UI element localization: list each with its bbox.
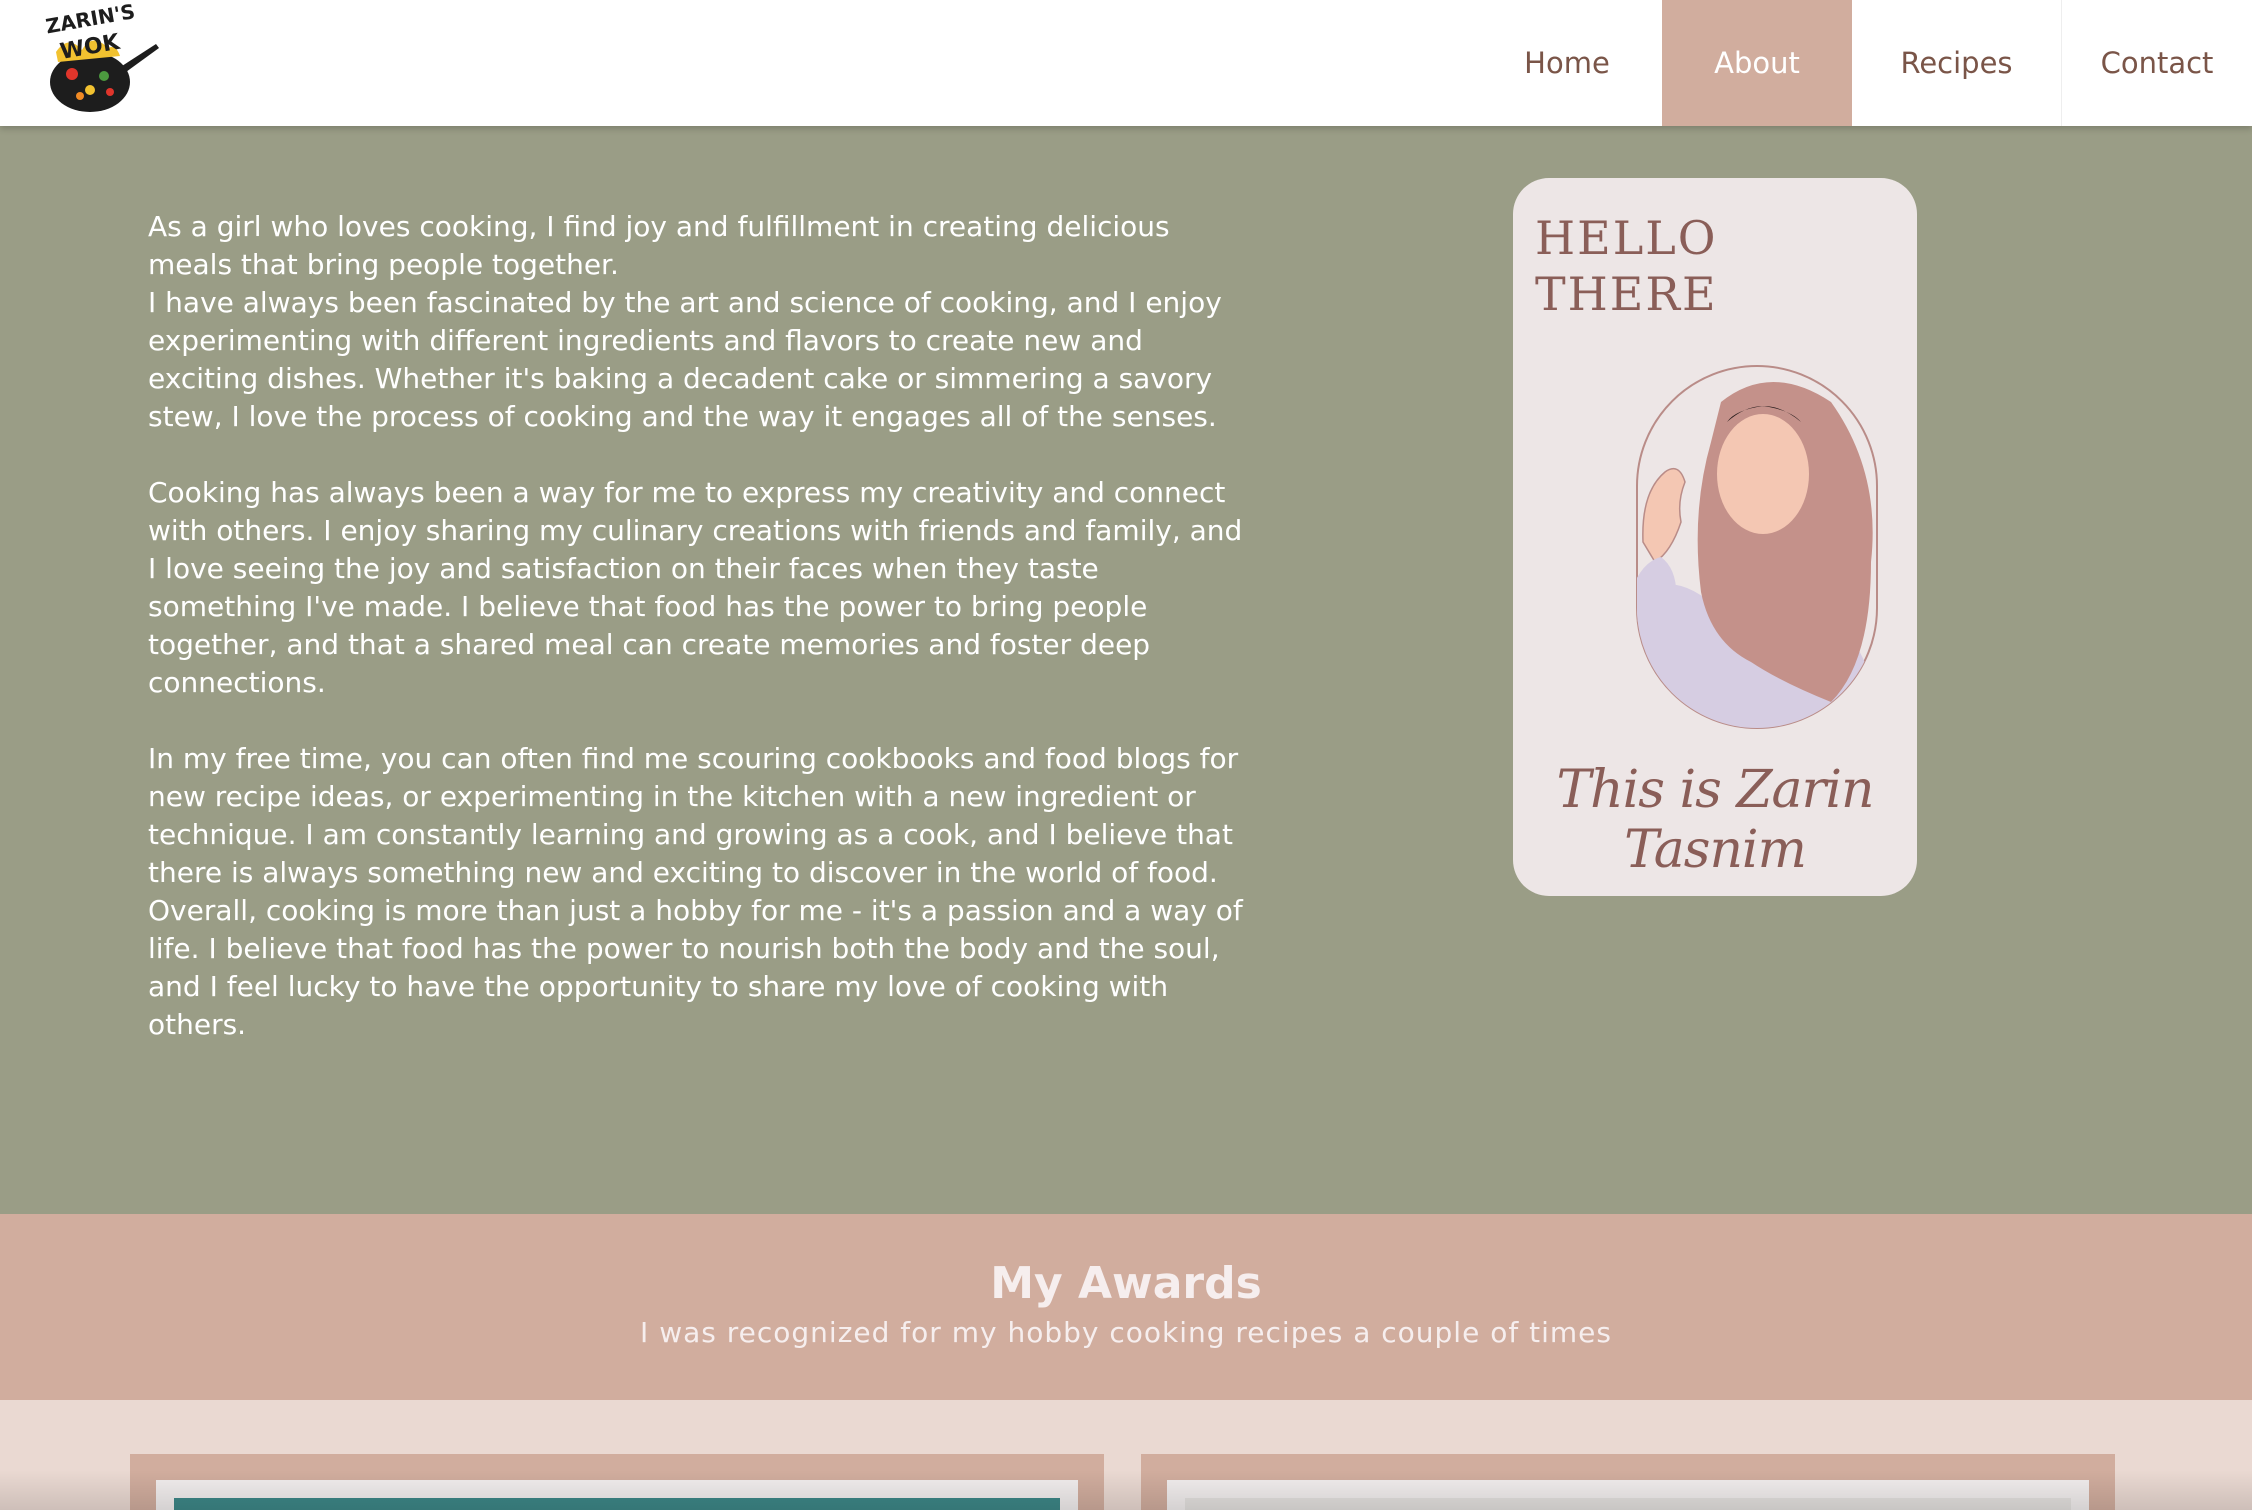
signature-text: This is Zarin Tasnim — [1556, 760, 1875, 880]
bottom-shadow — [0, 1470, 2252, 1510]
awards-gallery — [0, 1400, 2252, 1510]
main-nav: Home About Recipes Contact — [1472, 0, 2252, 126]
nav-about[interactable]: About — [1662, 0, 1852, 126]
profile-card: HELLO THERE This is Zarin Tasnim — [1513, 178, 1917, 896]
site-header: ZARIN'S WOK Home About Recipes Contact — [0, 0, 2252, 126]
about-section: As a girl who loves cooking, I find joy … — [0, 126, 2252, 1214]
logo-text-top: ZARIN'S — [44, 4, 137, 38]
portrait-illustration — [1636, 365, 1878, 729]
nav-home[interactable]: Home — [1472, 0, 1662, 126]
bio-text: As a girl who loves cooking, I find joy … — [148, 208, 1248, 1082]
nav-recipes[interactable]: Recipes — [1852, 0, 2062, 126]
bio-paragraph: As a girl who loves cooking, I find joy … — [148, 210, 1170, 281]
hello-heading: HELLO THERE — [1535, 210, 1718, 322]
awards-title: My Awards — [990, 1258, 1262, 1309]
bio-paragraph: In my free time, you can often find me s… — [148, 742, 1243, 1041]
hello-line: HELLO — [1535, 211, 1718, 265]
zarins-wok-logo[interactable]: ZARIN'S WOK — [38, 4, 160, 116]
awards-subtitle: I was recognized for my hobby cooking re… — [640, 1316, 1612, 1349]
nav-contact[interactable]: Contact — [2062, 0, 2252, 126]
bio-paragraph: I have always been fascinated by the art… — [148, 286, 1222, 433]
awards-section: My Awards I was recognized for my hobby … — [0, 1214, 2252, 1400]
hello-line: THERE — [1535, 267, 1718, 321]
bio-paragraph: Cooking has always been a way for me to … — [148, 476, 1243, 699]
